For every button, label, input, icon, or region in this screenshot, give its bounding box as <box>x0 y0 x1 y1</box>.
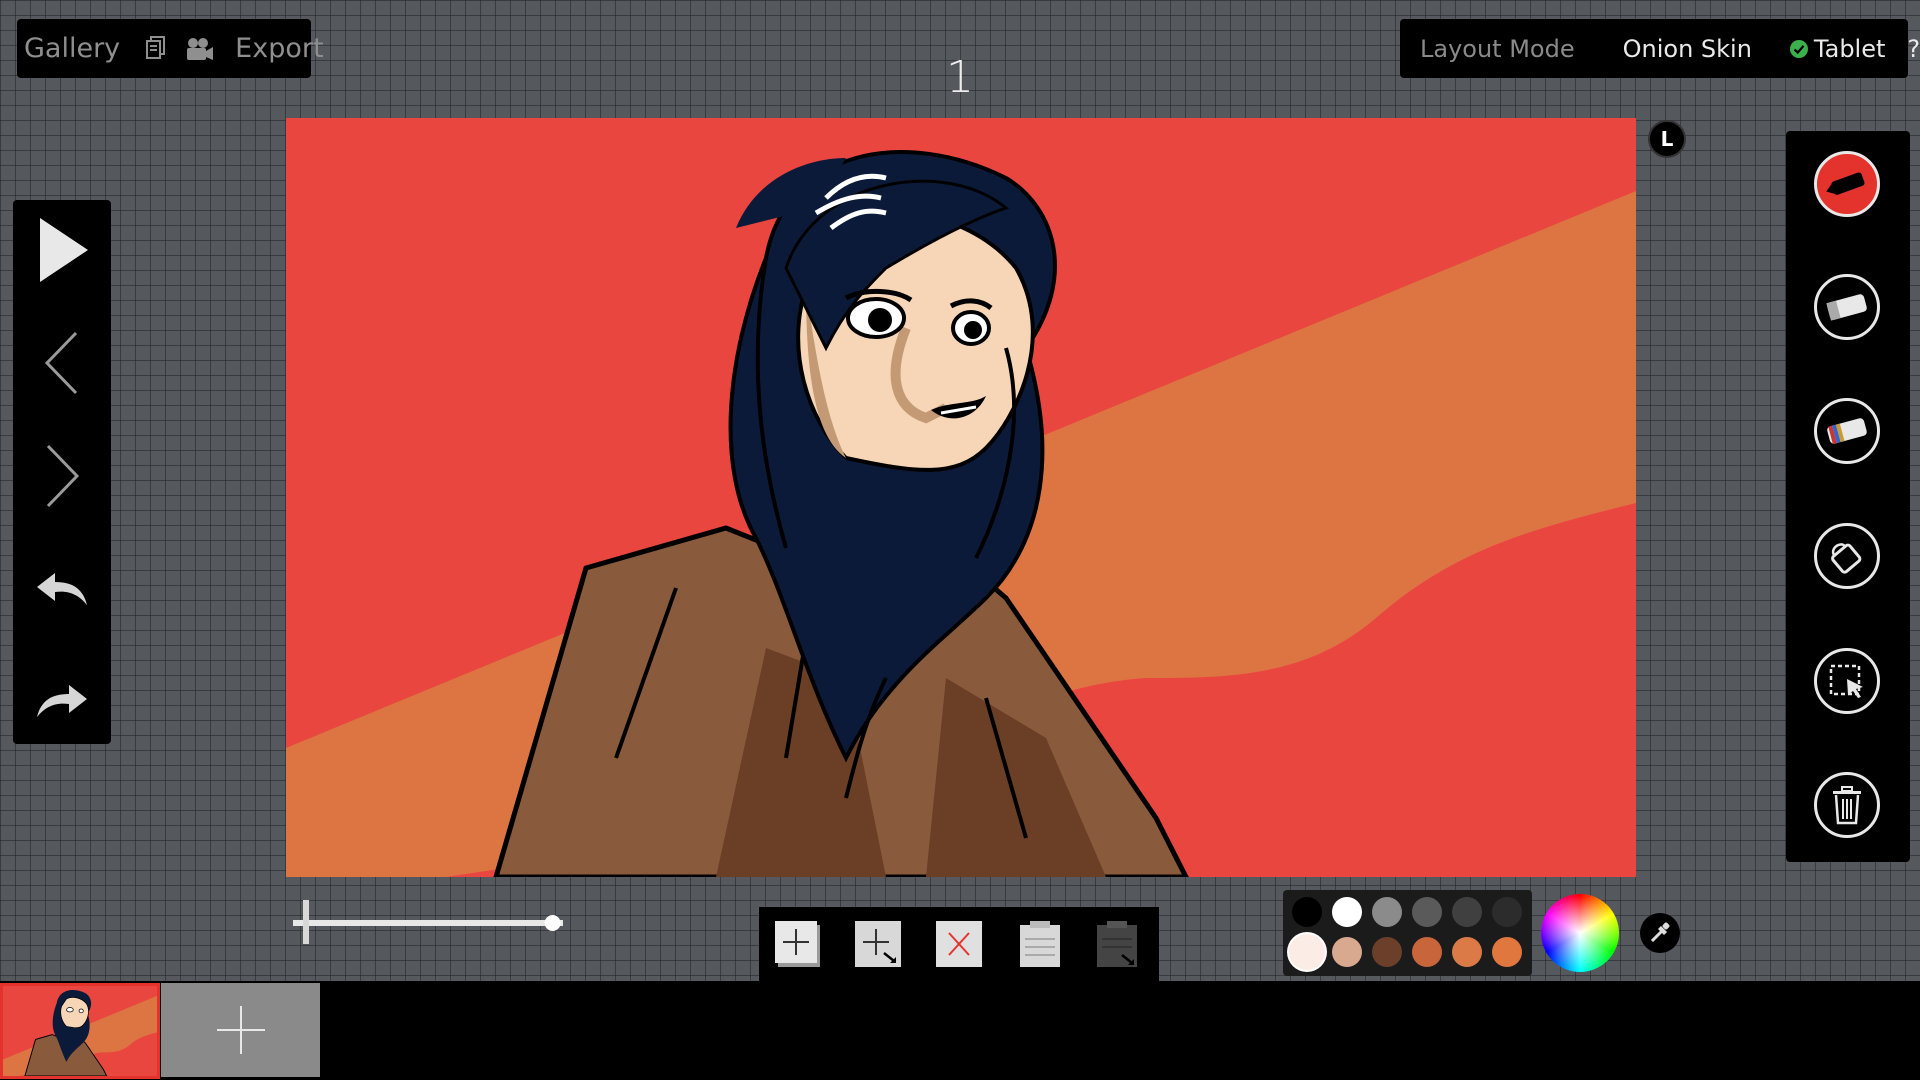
paint-bucket-tool[interactable] <box>1814 523 1880 589</box>
artwork <box>286 118 1636 877</box>
multi-eraser-icon <box>1827 418 1867 445</box>
layer-badge[interactable]: L <box>1648 120 1686 158</box>
help-button[interactable]: ? <box>1907 35 1920 63</box>
delete-frame-button[interactable] <box>935 919 985 969</box>
add-frame-after-button[interactable] <box>854 919 904 969</box>
paste-frame-icon <box>1020 921 1060 967</box>
frame-thumbnail[interactable] <box>0 983 160 1079</box>
eyedropper-icon <box>1650 922 1670 943</box>
paste-frame-after-button[interactable] <box>1092 919 1142 969</box>
marker-icon <box>1826 172 1865 195</box>
tablet-label: Tablet <box>1813 34 1886 63</box>
frame-actions-bar <box>759 907 1159 982</box>
color-swatch[interactable] <box>1412 897 1442 927</box>
play-button[interactable] <box>13 205 111 295</box>
export-button[interactable]: Export <box>235 33 323 64</box>
frames-icon[interactable] <box>144 35 166 62</box>
color-wheel-button[interactable] <box>1541 894 1619 972</box>
right-toolbar <box>1786 131 1910 862</box>
next-frame-button[interactable] <box>13 431 111 521</box>
selection-tool[interactable] <box>1814 648 1880 714</box>
redo-icon <box>37 685 87 717</box>
paste-frame-button[interactable] <box>1015 919 1065 969</box>
color-palette <box>1283 890 1532 976</box>
undo-button[interactable] <box>13 544 111 634</box>
play-icon <box>40 218 88 282</box>
color-swatch[interactable] <box>1332 897 1362 927</box>
selection-icon <box>1829 664 1863 698</box>
marker-tool[interactable] <box>1814 151 1880 217</box>
color-swatch[interactable] <box>1492 897 1522 927</box>
frame-number: 1 <box>946 52 974 103</box>
left-toolbar <box>13 200 111 744</box>
slider-track <box>293 920 563 926</box>
drawing-canvas[interactable] <box>286 118 1636 877</box>
eyedropper-button[interactable] <box>1640 913 1680 953</box>
previous-frame-button[interactable] <box>13 318 111 408</box>
undo-icon <box>37 573 87 605</box>
slider-handle[interactable] <box>303 900 309 944</box>
slider-end-knob[interactable] <box>544 915 561 931</box>
color-swatch[interactable] <box>1452 937 1482 967</box>
top-right-toolbar: Layout Mode Onion Skin Tablet ? <box>1400 19 1920 78</box>
color-swatch[interactable] <box>1292 897 1322 927</box>
layout-mode-button[interactable]: Layout Mode <box>1420 35 1575 63</box>
paste-frame-after-icon <box>1097 921 1137 967</box>
add-frame-icon <box>775 921 820 967</box>
delete-frame-icon <box>936 921 982 967</box>
camera-icon[interactable] <box>186 37 214 61</box>
paint-bucket-icon <box>1831 543 1862 574</box>
opacity-slider[interactable] <box>293 900 573 944</box>
color-swatch[interactable] <box>1412 937 1442 967</box>
add-frame-after-icon <box>855 921 901 967</box>
color-swatch[interactable] <box>1452 897 1482 927</box>
delete-tool[interactable] <box>1814 772 1880 838</box>
onion-skin-button[interactable]: Onion Skin <box>1623 35 1752 63</box>
color-swatch[interactable] <box>1332 937 1362 967</box>
previous-frame-icon <box>44 331 78 395</box>
eraser-tool[interactable] <box>1814 274 1880 340</box>
color-swatch[interactable] <box>1372 897 1402 927</box>
add-frame-timeline-button[interactable] <box>161 983 320 1077</box>
trash-icon <box>1833 786 1861 825</box>
gallery-button[interactable]: Gallery <box>24 33 120 64</box>
tablet-toggle[interactable]: Tablet <box>1789 34 1886 63</box>
timeline <box>0 981 1920 1080</box>
eraser-icon <box>1826 294 1867 321</box>
multi-eraser-tool[interactable] <box>1814 398 1880 464</box>
color-swatch[interactable] <box>1372 937 1402 967</box>
next-frame-icon <box>46 444 80 508</box>
check-icon <box>1789 39 1808 58</box>
add-frame-button[interactable] <box>774 919 824 969</box>
redo-button[interactable] <box>13 656 111 746</box>
color-swatch[interactable] <box>1289 934 1325 970</box>
color-swatch[interactable] <box>1492 937 1522 967</box>
plus-icon <box>216 1006 265 1054</box>
top-left-toolbar: Gallery Export <box>17 19 324 78</box>
